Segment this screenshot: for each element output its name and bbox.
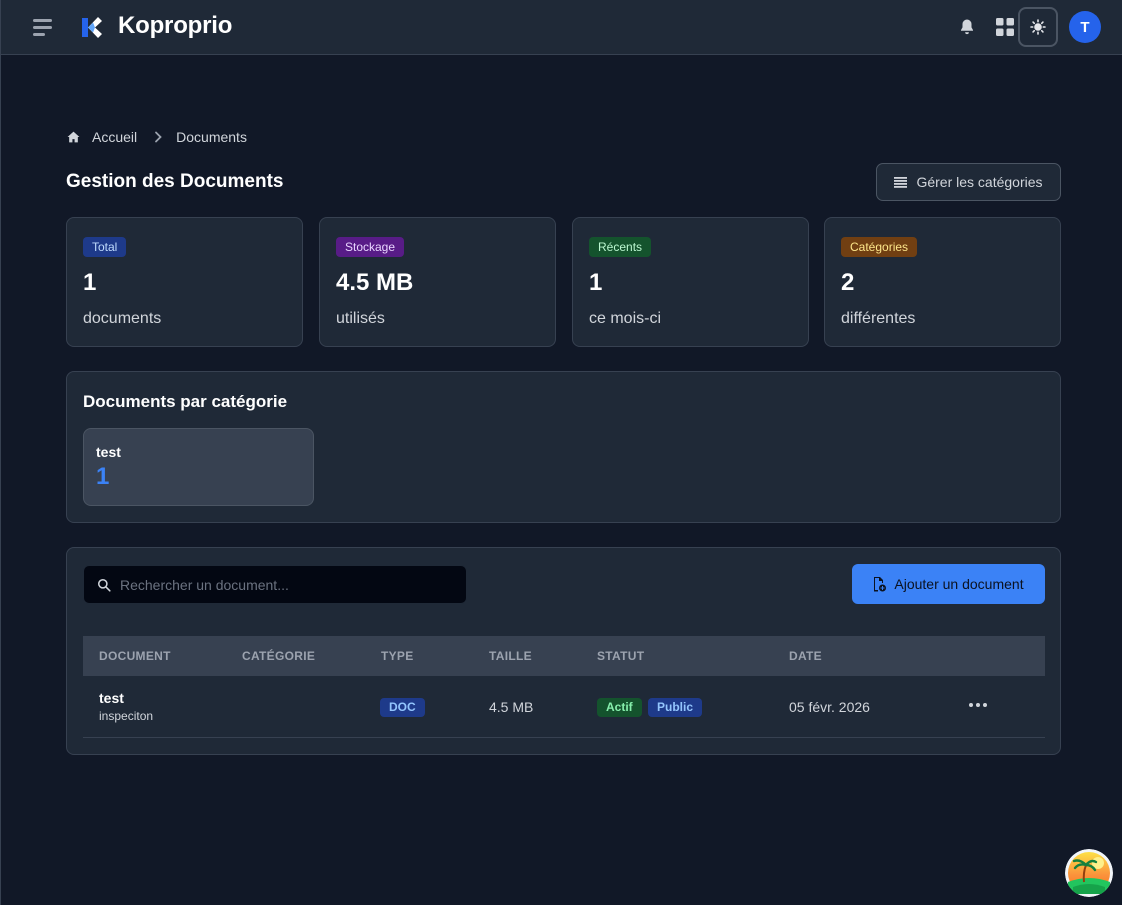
stat-label: différentes: [841, 310, 916, 327]
stat-label: documents: [83, 310, 162, 327]
document-description: inspeciton: [99, 709, 154, 723]
page-title: Gestion des Documents: [66, 171, 284, 192]
breadcrumb-home[interactable]: Accueil: [67, 129, 137, 145]
document-name[interactable]: test: [99, 690, 124, 706]
beach-icon[interactable]: [1065, 849, 1113, 897]
sun-icon: [1030, 19, 1046, 35]
stat-badge: Catégories: [841, 237, 918, 257]
manage-categories-label: Gérer les catégories: [916, 174, 1043, 190]
theme-toggle-button[interactable]: [1018, 7, 1058, 47]
app-name: Koproprio: [118, 12, 233, 39]
stat-badge: Récents: [589, 237, 652, 257]
apps-grid-icon[interactable]: [992, 14, 1018, 40]
stat-label: utilisés: [336, 310, 385, 327]
document-date: 05 févr. 2026: [789, 699, 870, 715]
visibility-badge: Public: [648, 698, 703, 717]
stat-card-categories: Catégories 2 différentes: [824, 217, 1061, 347]
stat-card-total: Total 1 documents: [66, 217, 303, 347]
breadcrumb-home-label: Accueil: [92, 129, 138, 145]
stat-value: 2: [841, 269, 855, 296]
add-document-button[interactable]: Ajouter un document: [852, 564, 1045, 604]
type-badge: DOC: [380, 698, 425, 717]
documents-panel: Ajouter un document DOCUMENT CATÉGORIE T…: [66, 547, 1061, 755]
more-horizontal-icon[interactable]: [967, 698, 989, 712]
stat-value: 1: [83, 269, 97, 296]
chevron-right-icon: [154, 131, 162, 143]
categories-panel: Documents par catégorie test 1: [66, 371, 1061, 523]
add-document-label: Ajouter un document: [894, 576, 1024, 592]
top-bar: Koproprio T: [1, 0, 1122, 55]
column-header[interactable]: TAILLE: [489, 649, 532, 663]
stat-value: 4.5 MB: [336, 269, 414, 296]
stat-badge: Stockage: [336, 237, 405, 257]
logo-icon: [82, 17, 102, 38]
column-header[interactable]: TYPE: [381, 649, 414, 663]
list-icon: [894, 176, 908, 188]
home-icon: [67, 131, 80, 143]
breadcrumb-current: Documents: [176, 129, 247, 145]
search-icon: [97, 578, 111, 592]
documents-table: DOCUMENT CATÉGORIE TYPE TAILLE STATUT DA…: [83, 636, 1045, 738]
category-name: test: [96, 444, 121, 460]
stat-card-recent: Récents 1 ce mois-ci: [572, 217, 809, 347]
breadcrumb: Accueil Documents: [67, 128, 247, 146]
table-row[interactable]: test inspeciton DOC 4.5 MB Actif Public …: [83, 676, 1045, 738]
file-plus-icon: [874, 576, 887, 591]
manage-categories-button[interactable]: Gérer les catégories: [876, 163, 1061, 201]
column-header[interactable]: DOCUMENT: [99, 649, 171, 663]
column-header[interactable]: DATE: [789, 649, 822, 663]
search-input[interactable]: [120, 566, 460, 603]
category-tile[interactable]: test 1: [83, 428, 314, 506]
status-badge: Actif: [597, 698, 642, 717]
stat-badge: Total: [83, 237, 127, 257]
stat-label: ce mois-ci: [589, 310, 662, 327]
menu-icon[interactable]: [31, 17, 55, 37]
search-box: [83, 565, 467, 604]
avatar[interactable]: T: [1069, 11, 1101, 43]
bell-icon[interactable]: [954, 14, 980, 40]
table-header: DOCUMENT CATÉGORIE TYPE TAILLE STATUT DA…: [83, 636, 1045, 676]
column-header[interactable]: STATUT: [597, 649, 644, 663]
category-count: 1: [96, 463, 110, 490]
categories-panel-title: Documents par catégorie: [83, 392, 288, 411]
stat-value: 1: [589, 269, 603, 296]
column-header[interactable]: CATÉGORIE: [242, 649, 315, 663]
stat-card-storage: Stockage 4.5 MB utilisés: [319, 217, 556, 347]
document-size: 4.5 MB: [489, 699, 534, 715]
